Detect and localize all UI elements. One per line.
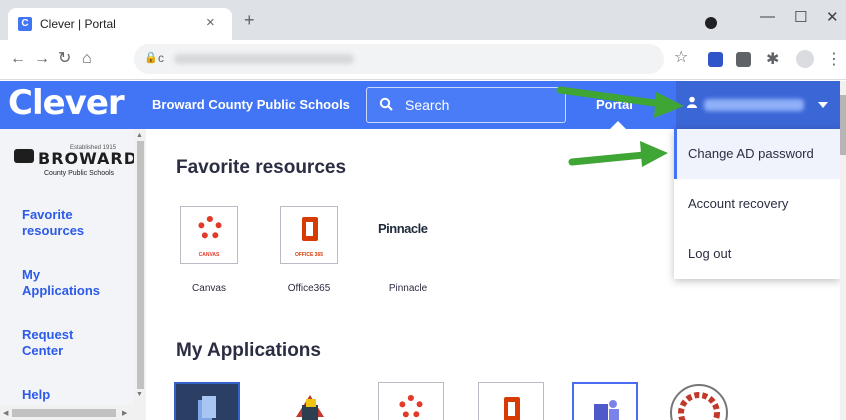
url-redacted — [174, 54, 354, 64]
sidebar-label-line: resources — [22, 223, 85, 238]
sidebar-scroll-thumb[interactable] — [137, 141, 144, 389]
user-name-redacted — [704, 99, 804, 111]
app-label-canvas[interactable]: Canvas — [169, 283, 249, 294]
sidebar-item-favorite-resources[interactable]: Favorite resources — [22, 207, 84, 239]
search-button[interactable]: Search — [366, 87, 566, 123]
canvas-logo-icon — [399, 395, 423, 419]
user-dropdown-menu: Change AD password Account recovery Log … — [674, 129, 840, 279]
office-logo-inner — [306, 222, 313, 236]
logo-name: BROWARD — [38, 149, 139, 168]
app-tile-2[interactable] — [288, 387, 332, 420]
menu-item-account-recovery[interactable]: Account recovery — [674, 179, 840, 229]
sidebar-label-line: Help — [22, 387, 51, 402]
logo-subtitle: County Public Schools — [44, 170, 115, 177]
profile-avatar[interactable] — [796, 50, 814, 68]
back-arrow-icon[interactable]: ← — [10, 50, 26, 68]
app-tile-office365[interactable]: OFFICE 365 — [280, 206, 338, 264]
district-seal-icon — [670, 384, 728, 420]
favorites-heading: Favorite resources — [176, 157, 347, 178]
app-tile-canvas-2[interactable] — [378, 382, 444, 420]
menu-item-log-out[interactable]: Log out — [674, 229, 840, 279]
page-scroll-thumb[interactable] — [840, 95, 846, 155]
my-applications-heading: My Applications — [176, 340, 321, 361]
chrome-account-icon[interactable] — [705, 17, 717, 29]
sidebar: Established 1915 BROWARD County Public S… — [0, 129, 146, 420]
document-app-icon — [198, 396, 216, 420]
horizontal-scroll-thumb[interactable] — [12, 409, 116, 417]
graduation-cap-icon — [14, 149, 34, 163]
forward-arrow-icon[interactable]: → — [34, 50, 50, 68]
sidebar-item-request-center[interactable]: Request Center — [22, 327, 73, 359]
browser-toolbar: ← → ↻ ⌂ 🔒 c ☆ ✱ ⋮ — [0, 40, 846, 80]
puzzle-extensions-icon[interactable]: ✱ — [766, 51, 779, 69]
user-menu-button[interactable] — [676, 81, 840, 129]
tab-title: Clever | Portal — [40, 17, 116, 31]
browser-tab[interactable]: C Clever | Portal × — [8, 8, 232, 40]
sidebar-label-line: Favorite — [22, 207, 73, 222]
sidebar-item-help[interactable]: Help — [22, 387, 50, 403]
scroll-left-icon[interactable]: ◀ — [3, 409, 8, 417]
new-tab-button[interactable]: + — [244, 11, 255, 29]
user-icon — [686, 96, 698, 111]
app-tile-office365-2[interactable] — [478, 382, 544, 420]
app-tile-canvas[interactable]: CANVAS — [180, 206, 238, 264]
search-icon — [379, 97, 393, 114]
address-bar[interactable]: 🔒 c — [134, 44, 664, 74]
bookmark-star-icon[interactable]: ☆ — [674, 49, 688, 67]
sidebar-label-line: My — [22, 267, 41, 282]
app-label-pinnacle[interactable]: Pinnacle — [368, 283, 448, 294]
kebab-menu-icon[interactable]: ⋮ — [826, 49, 842, 69]
canvas-logo-icon — [198, 216, 222, 240]
menu-item-change-ad-password[interactable]: Change AD password — [674, 129, 840, 179]
browser-tab-strip: C Clever | Portal × + — ☐ ✕ — [0, 0, 846, 40]
close-window-button[interactable]: ✕ — [826, 8, 839, 26]
broward-logo[interactable]: Established 1915 BROWARD County Public S… — [10, 143, 137, 183]
app-tile-district-seal[interactable] — [668, 382, 730, 420]
app-label-office365[interactable]: Office365 — [269, 283, 349, 294]
sidebar-label-line: Request — [22, 327, 74, 342]
scroll-up-icon[interactable]: ▲ — [136, 132, 143, 139]
url-text: c — [158, 51, 164, 65]
clever-logo[interactable]: Clever — [8, 83, 125, 123]
app-tile-teams[interactable] — [572, 382, 638, 420]
clever-header: Clever Broward County Public Schools Sea… — [0, 81, 846, 129]
chevron-down-icon — [818, 102, 828, 108]
clever-favicon-icon: C — [18, 17, 32, 31]
search-label: Search — [405, 97, 450, 113]
books-app-icon — [296, 395, 324, 420]
pinnacle-logo[interactable]: Pinnacle — [378, 221, 428, 236]
scroll-down-icon[interactable]: ▼ — [136, 391, 143, 398]
minimize-button[interactable]: — — [760, 8, 775, 25]
home-icon[interactable]: ⌂ — [82, 50, 92, 68]
teams-app-icon — [594, 400, 619, 420]
sidebar-label-line: Applications — [22, 283, 101, 298]
clever-extension-icon[interactable] — [708, 52, 723, 67]
app-tile-1[interactable] — [174, 382, 240, 420]
sidebar-item-my-applications[interactable]: My Applications — [22, 267, 100, 299]
tab-close-icon[interactable]: × — [206, 14, 215, 31]
office-logo-inner — [508, 402, 515, 416]
tile-caption: OFFICE 365 — [294, 252, 324, 258]
maximize-button[interactable]: ☐ — [794, 8, 807, 26]
sidebar-label-line: Center — [22, 343, 64, 358]
reload-icon[interactable]: ↻ — [58, 50, 71, 68]
district-name[interactable]: Broward County Public Schools — [152, 97, 350, 112]
tile-caption: CANVAS — [198, 252, 220, 258]
lock-icon: 🔒 — [144, 52, 158, 64]
scroll-right-icon[interactable]: ▶ — [122, 409, 127, 417]
portal-active-indicator — [610, 121, 626, 129]
portal-link[interactable]: Portal — [596, 97, 633, 112]
extension-icon[interactable] — [736, 52, 751, 67]
